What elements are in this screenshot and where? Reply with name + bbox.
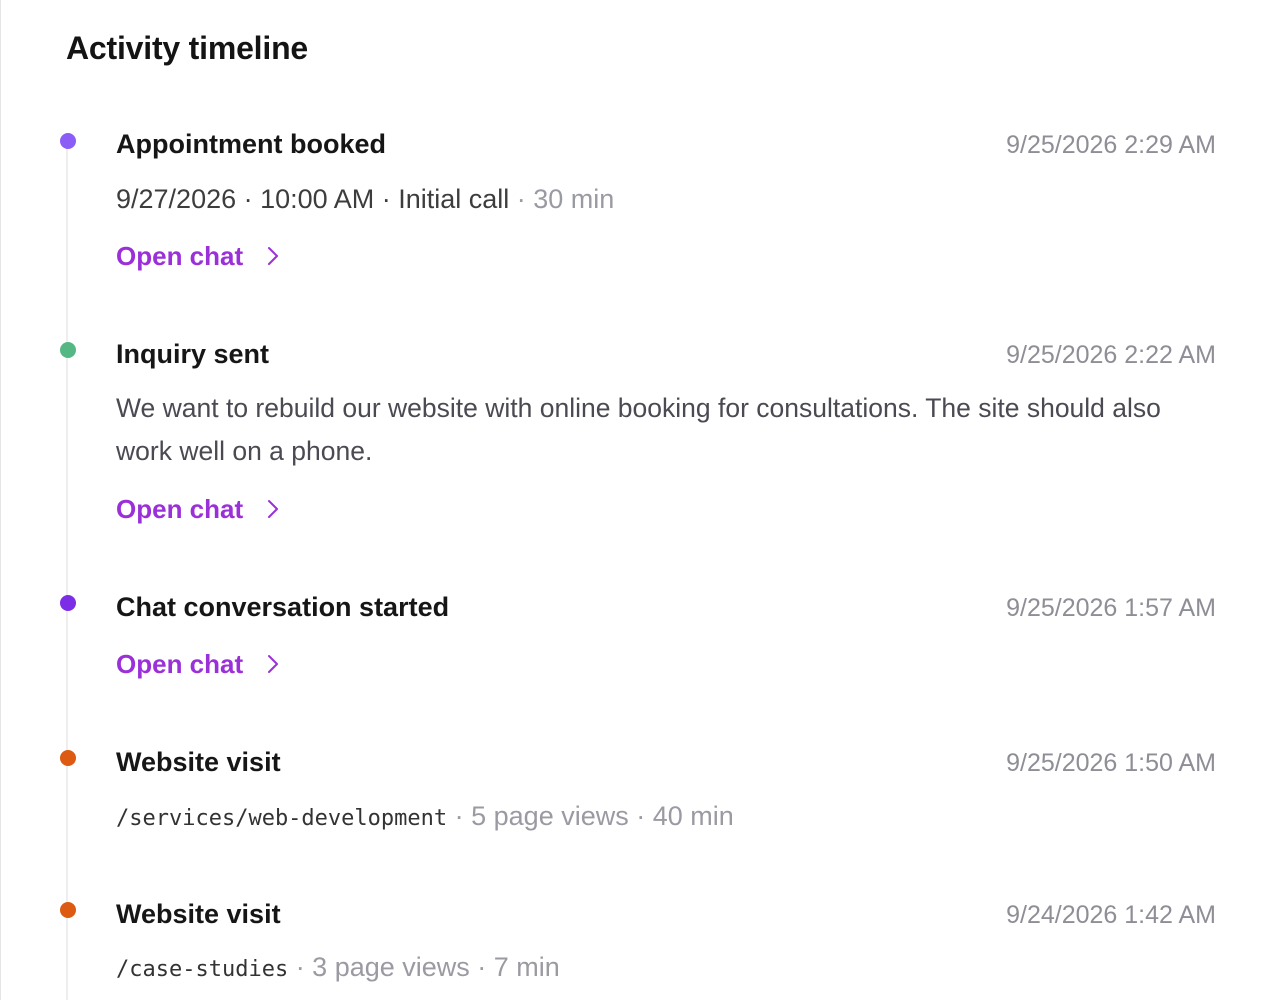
event-dot [60,342,76,358]
event-dot [60,750,76,766]
appointment-time: 10:00 AM [260,184,375,214]
separator: · [236,184,261,214]
visit-path: /services/web-development [116,806,448,831]
event-timestamp: 9/25/2026 1:57 AM [1006,594,1216,622]
open-chat-label: Open chat [116,649,244,679]
visit-stats: · 5 page views · 40 min [447,801,734,831]
event-dot [60,133,76,149]
timeline-line [66,142,68,1000]
event-dot [60,902,76,918]
open-chat-link[interactable]: Open chat [116,648,281,680]
appointment-date: 9/27/2026 [116,184,237,214]
event-title: Inquiry sent [116,339,270,369]
appointment-details: 9/27/2026 · 10:00 AM · Initial call · 30… [116,182,614,216]
separator: · [374,184,399,214]
event-timestamp: 9/25/2026 2:22 AM [1006,341,1216,369]
event-timestamp: 9/25/2026 1:50 AM [1006,749,1216,777]
open-chat-link[interactable]: Open chat [116,493,281,525]
open-chat-label: Open chat [116,241,244,271]
open-chat-label: Open chat [116,494,244,524]
inquiry-message: We want to rebuild our website with onli… [116,393,1161,466]
visit-details: /case-studies · 3 page views · 7 min [116,950,560,987]
event-timestamp: 9/25/2026 2:29 AM [1006,131,1216,159]
appointment-duration: · 30 min [509,184,615,214]
open-chat-link[interactable]: Open chat [116,240,281,272]
appointment-type: Initial call [398,184,510,214]
event-title: Appointment booked [116,129,386,159]
visit-stats: · 3 page views · 7 min [288,952,560,982]
visit-details: /services/web-development · 5 page views… [116,799,734,836]
event-title: Website visit [116,899,281,929]
activity-timeline-panel: Activity timeline Appointment booked 9/2… [0,0,1280,1000]
event-timestamp: 9/24/2026 1:42 AM [1006,901,1216,929]
event-title: Chat conversation started [116,592,450,622]
event-title: Website visit [116,747,281,777]
chevron-right-icon [268,247,279,265]
section-title: Activity timeline [66,30,309,66]
event-dot [60,595,76,611]
chevron-right-icon [268,500,279,518]
chevron-right-icon [268,655,279,673]
visit-path: /case-studies [116,957,289,982]
